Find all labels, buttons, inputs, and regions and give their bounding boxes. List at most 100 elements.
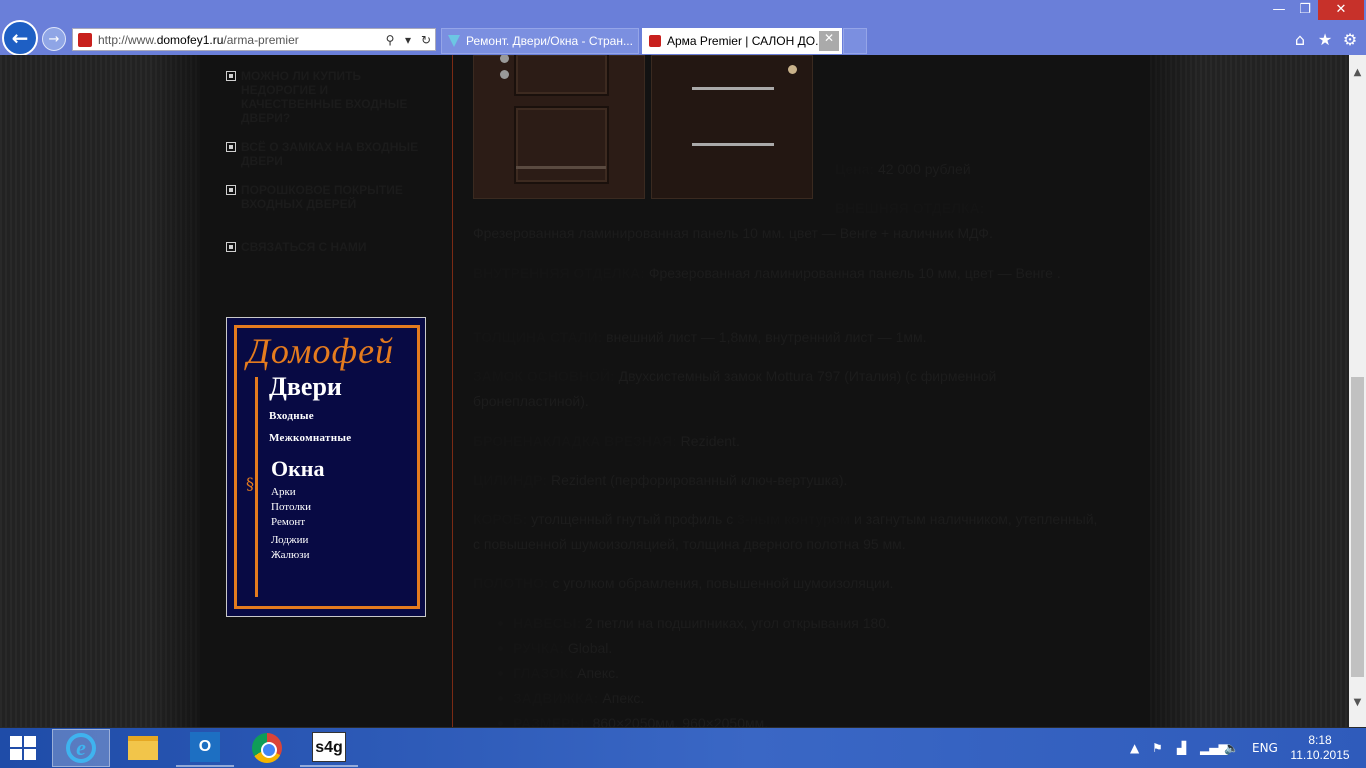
tab-arma-premier[interactable]: Арма Premier | САЛОН ДО... ✕ bbox=[642, 28, 842, 54]
banner-title-windows: Окна bbox=[271, 456, 325, 481]
tab-remont[interactable]: Ремонт. Двери/Окна - Стран... bbox=[441, 28, 639, 54]
bullet-icon bbox=[226, 185, 236, 195]
list-item: ГЛАЗОК: Апекс. bbox=[498, 661, 619, 686]
show-hidden-icons-icon[interactable]: ▲ bbox=[1130, 741, 1139, 755]
address-bar[interactable]: http://www.domofey1.ru/arma-premier ⚲ ▾ … bbox=[72, 28, 436, 51]
new-tab-button[interactable] bbox=[843, 28, 867, 54]
language-indicator[interactable]: ENG bbox=[1252, 741, 1278, 755]
door-handle-bar bbox=[692, 143, 774, 146]
list-item: НАВЕСЫ: 2 петли на подшипниках, угол отк… bbox=[498, 611, 890, 636]
outer-finish-value: Фрезерованная ламинированная панель 10 м… bbox=[473, 225, 993, 241]
banner-ornament-icon: § bbox=[246, 474, 254, 493]
close-window-button[interactable]: ✕ bbox=[1318, 0, 1364, 20]
site-favicon-icon bbox=[78, 32, 92, 47]
taskbar-file-explorer[interactable] bbox=[114, 729, 172, 767]
door-lock-icon bbox=[500, 70, 509, 79]
banner-line bbox=[255, 377, 258, 597]
list-item: ЗАДВИЖКА: Апекс. bbox=[497, 686, 644, 711]
home-icon[interactable]: ⌂ bbox=[1290, 30, 1310, 49]
scrollbar-thumb[interactable] bbox=[1351, 377, 1364, 677]
banner-list-item: Ремонт bbox=[271, 516, 306, 528]
sidebar-item-label[interactable]: Можно ли купить недорогие и качественные… bbox=[241, 69, 426, 125]
banner-list-item: Потолки bbox=[271, 501, 312, 513]
chrome-icon bbox=[252, 733, 282, 763]
settings-gear-icon[interactable]: ⚙ bbox=[1340, 30, 1360, 49]
banner-list-item: Арки bbox=[271, 486, 296, 498]
dropdown-arrow-icon[interactable]: ▾ bbox=[399, 33, 417, 47]
main-lock: ЗАМОК ОСНОВНОЙ: Двухсистемный замок Mott… bbox=[473, 368, 997, 409]
price-line: Цена: 42 000 рублей bbox=[835, 161, 971, 177]
restore-button[interactable]: ❐ bbox=[1292, 0, 1318, 20]
banner-list-item: Жалюзи bbox=[271, 549, 310, 561]
banner-subtitle: Межкомнатные bbox=[269, 432, 352, 444]
door-lock-icon bbox=[500, 55, 509, 63]
tab-favicon-icon bbox=[448, 35, 460, 47]
door-handle-bar bbox=[692, 87, 774, 90]
forward-button[interactable]: → bbox=[42, 27, 66, 51]
bullet-icon bbox=[226, 142, 236, 152]
sidebar-item-locks[interactable]: Всё о замках на входные двери bbox=[226, 140, 426, 168]
banner-title-doors: Двери bbox=[269, 372, 342, 401]
taskbar-s4g[interactable]: s4g bbox=[300, 729, 358, 767]
door-peephole-icon bbox=[788, 65, 797, 74]
banner-list-item: Лоджии bbox=[271, 534, 309, 546]
browser-chrome: ← → http://www.domofey1.ru/arma-premier … bbox=[0, 0, 1366, 56]
door-frame: КОРОБ: утолщенный гнутый профиль с 3-ным… bbox=[473, 511, 1098, 552]
door-molding bbox=[516, 166, 606, 169]
scroll-up-icon[interactable]: ▲ bbox=[1349, 67, 1366, 78]
network-icon[interactable]: ▟ bbox=[1177, 741, 1186, 755]
tab-favicon-icon bbox=[649, 35, 661, 47]
tab-label: Арма Premier | САЛОН ДО... bbox=[667, 34, 819, 48]
steel-thickness: ТОЛЩИНА СТАЛИ: внешний лист — 1,8мм, вну… bbox=[473, 329, 927, 345]
taskbar-outlook[interactable]: O bbox=[176, 729, 234, 767]
taskbar-internet-explorer[interactable]: e bbox=[52, 729, 110, 767]
bullet-icon bbox=[226, 242, 236, 252]
system-clock[interactable]: 8:18 11.10.2015 bbox=[1290, 733, 1350, 763]
internet-explorer-icon: e bbox=[66, 733, 96, 763]
address-url[interactable]: http://www.domofey1.ru/arma-premier bbox=[98, 33, 381, 47]
background-shade bbox=[150, 55, 200, 727]
column-divider bbox=[452, 55, 453, 727]
file-explorer-icon bbox=[128, 736, 158, 760]
door-panel bbox=[514, 55, 609, 96]
list-item: РУЧКА: Global. bbox=[497, 636, 612, 661]
banner-brand: Домофей bbox=[247, 331, 395, 371]
taskbar-chrome[interactable] bbox=[238, 729, 296, 767]
refresh-icon[interactable]: ↻ bbox=[417, 33, 435, 47]
volume-icon[interactable]: 🔈 bbox=[1224, 741, 1239, 755]
list-item: РАЗМЕРЫ: 860×2050мм, 960×2050мм. bbox=[497, 711, 768, 727]
vertical-scrollbar[interactable]: ▲ ▼ bbox=[1349, 55, 1366, 727]
clock-time: 8:18 bbox=[1308, 733, 1332, 747]
action-center-flag-icon[interactable]: ⚑ bbox=[1152, 741, 1163, 755]
cylinder: ЦИЛИНДР: Rezident (перфорированный ключ-… bbox=[473, 472, 848, 488]
sidebar-item-label[interactable]: Порошковое покрытие входных дверей bbox=[241, 183, 426, 211]
sidebar: Можно ли купить недорогие и качественные… bbox=[200, 55, 452, 727]
taskbar: e O s4g ▲ ⚑ ▟ ▂▄▆ 🔈 ENG 8:18 11.10.2015 bbox=[0, 728, 1366, 768]
scroll-down-icon[interactable]: ▼ bbox=[1349, 697, 1366, 708]
bullet-icon bbox=[226, 71, 236, 81]
favorites-star-icon[interactable]: ★ bbox=[1315, 30, 1335, 49]
sidebar-item-powder-coating[interactable]: Порошковое покрытие входных дверей bbox=[226, 183, 426, 211]
sidebar-item-label[interactable]: Связаться с нами bbox=[241, 240, 366, 254]
tab-label: Ремонт. Двери/Окна - Стран... bbox=[466, 34, 633, 48]
search-icon[interactable]: ⚲ bbox=[381, 33, 399, 47]
close-tab-icon[interactable]: ✕ bbox=[819, 31, 839, 51]
outlook-icon: O bbox=[190, 732, 220, 762]
armor-plate: БРОНЕНАКЛАДКА ВРЕЗНАЯ: Rezident. bbox=[473, 433, 740, 449]
outer-finish-label: ВНЕШНЯЯ ОТДЕЛКА: bbox=[835, 200, 985, 216]
banner-subtitle: Входные bbox=[269, 410, 314, 422]
sidebar-item-label[interactable]: Всё о замках на входные двери bbox=[241, 140, 426, 168]
sidebar-item-contact[interactable]: Связаться с нами bbox=[226, 240, 426, 254]
page-container: Можно ли купить недорогие и качественные… bbox=[200, 55, 1150, 727]
door-panel bbox=[514, 106, 609, 184]
minimize-button[interactable]: — bbox=[1266, 0, 1292, 20]
s4g-icon: s4g bbox=[312, 732, 346, 762]
inner-finish: ВНУТРЕННЯЯ ОТДЕЛКА: Фрезерованная ламини… bbox=[473, 265, 1061, 281]
back-button[interactable]: ← bbox=[2, 20, 38, 56]
door-image-outer[interactable] bbox=[473, 55, 645, 199]
windows-start-icon[interactable] bbox=[10, 736, 38, 762]
domofey-banner[interactable]: § Домофей Двери Входные Межкомнатные Окн… bbox=[226, 317, 426, 617]
door-leaf: ПОЛОТНО: с уголком обрамления, повышенно… bbox=[473, 575, 894, 591]
sidebar-item-cheap-doors[interactable]: Можно ли купить недорогие и качественные… bbox=[226, 69, 426, 125]
door-image-inner[interactable] bbox=[651, 55, 813, 199]
